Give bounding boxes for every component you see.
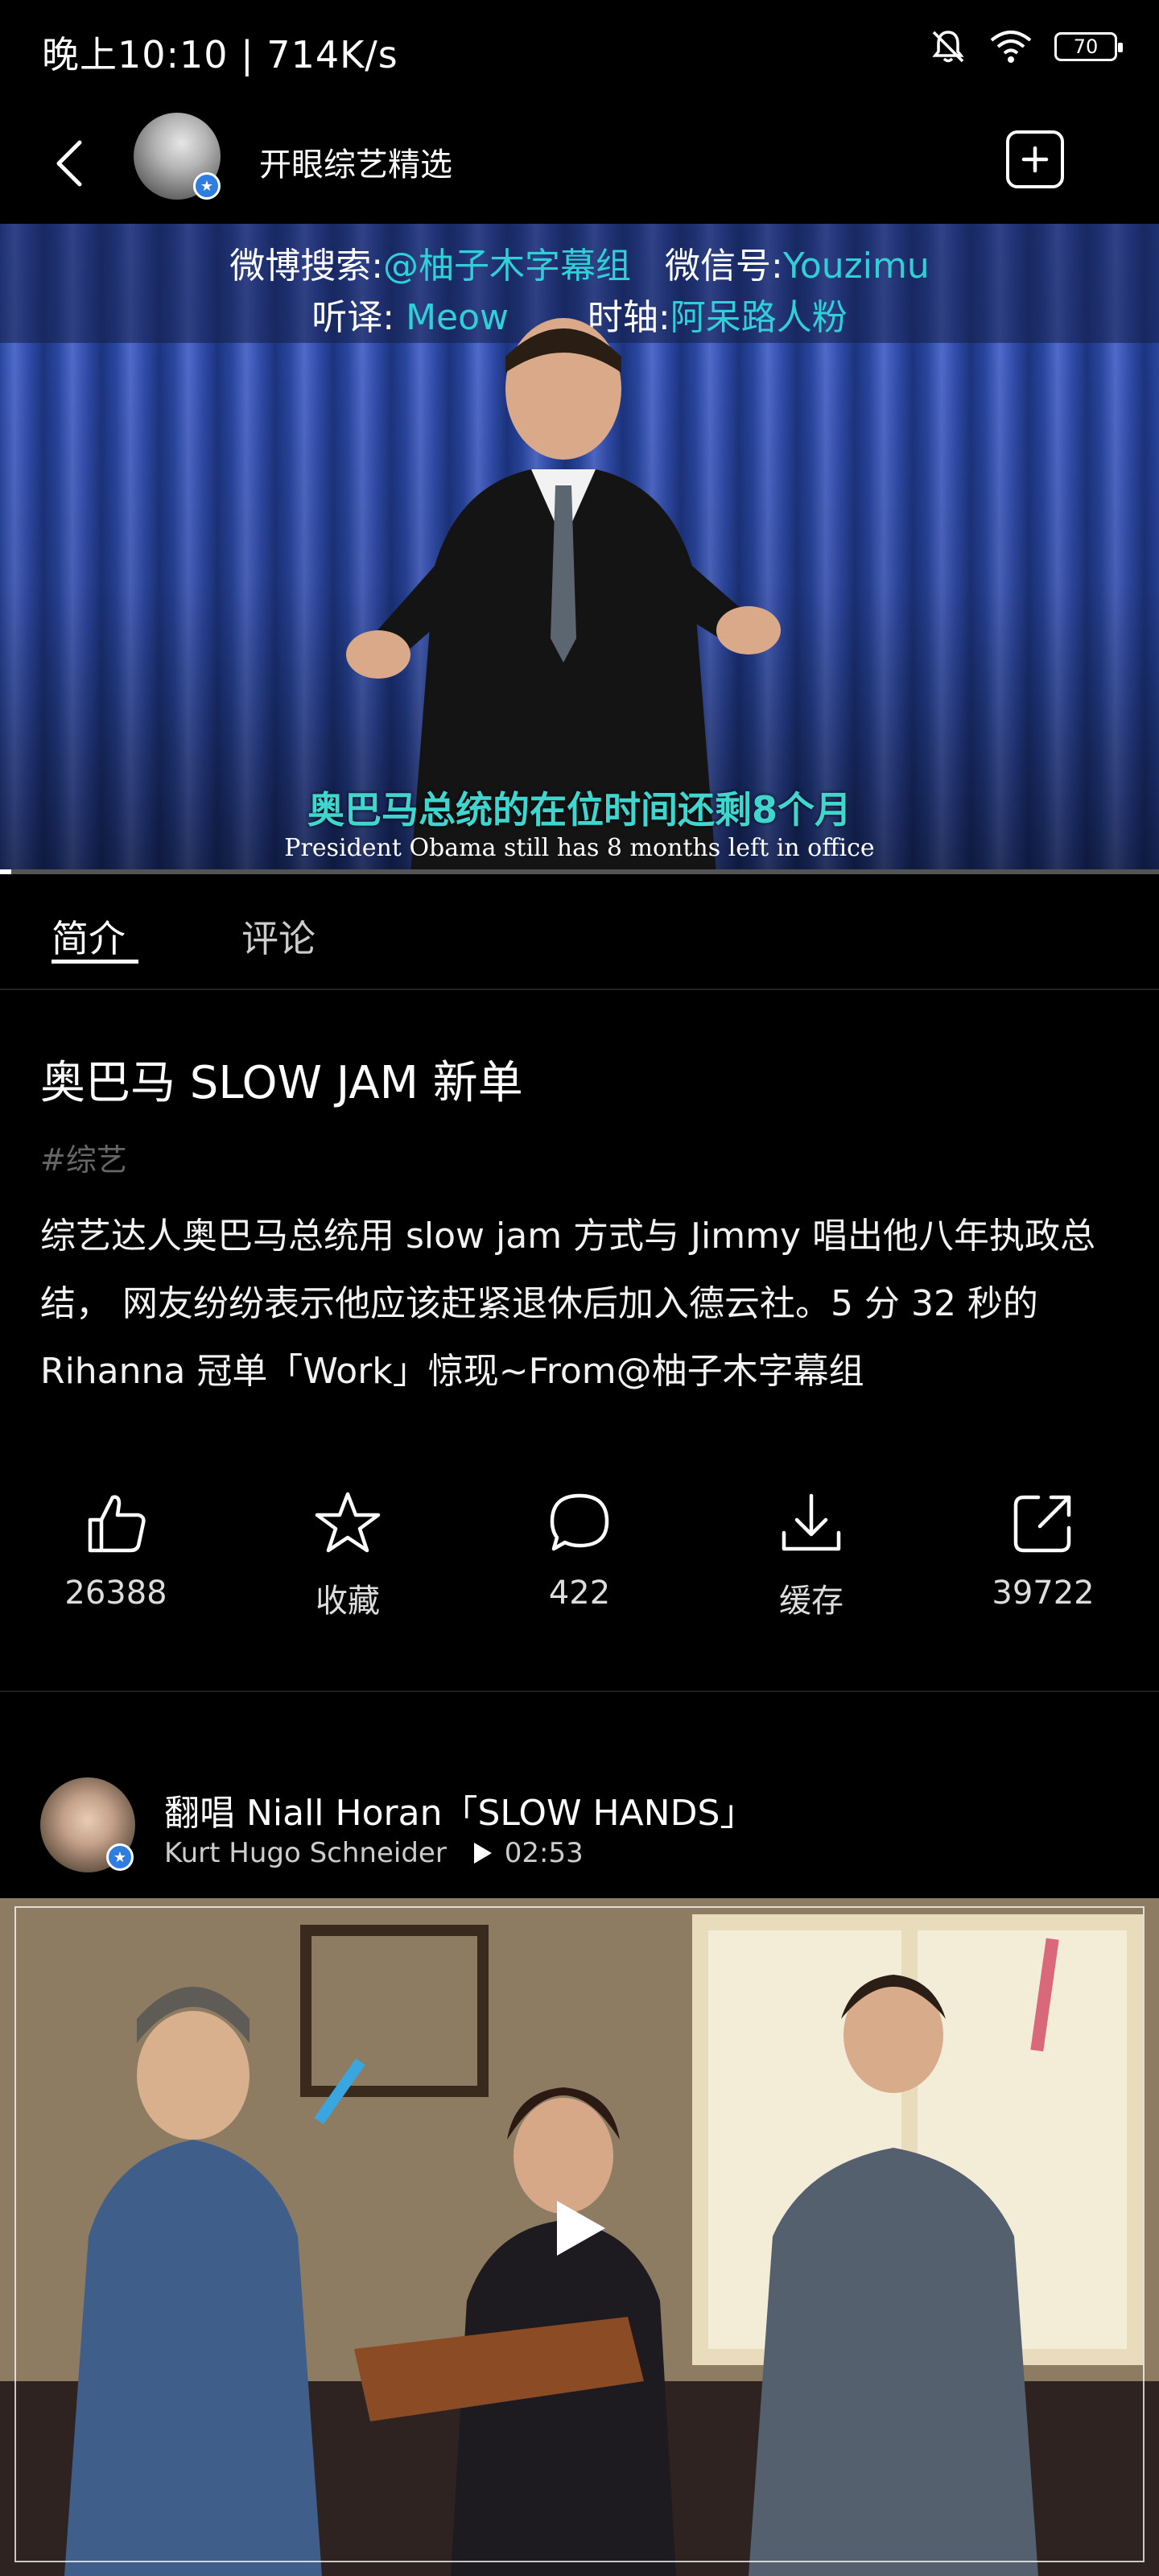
wifi-icon	[990, 31, 1032, 63]
share-button[interactable]: 39722	[963, 1489, 1124, 1612]
download-label: 缓存	[779, 1583, 843, 1620]
video-description: 综艺达人奥巴马总统用 slow jam 方式与 Jimmy 唱出他八年执政总结，…	[40, 1216, 1095, 1392]
status-time-speed: 晚上10:10 | 714K/s	[42, 33, 398, 76]
related-video-thumbnail[interactable]	[0, 1898, 1159, 2576]
like-button[interactable]: 26388	[35, 1489, 196, 1612]
play-small-icon	[473, 1843, 492, 1864]
status-bar: 晚上10:10 | 714K/s 70	[0, 0, 1159, 105]
share-icon	[1013, 1495, 1071, 1553]
thumbs-up-icon	[88, 1495, 146, 1553]
related-duration: 02:53	[504, 1837, 584, 1869]
section-divider	[0, 1690, 1159, 1692]
subtitle-chinese: 奥巴马总统的在位时间还剩8个月	[307, 788, 852, 832]
channel-avatar[interactable]: ★	[134, 113, 221, 200]
credit-weibo-prefix: 微博搜索:	[229, 246, 384, 287]
comment-button[interactable]: 422	[499, 1489, 660, 1612]
favorite-button[interactable]: 收藏	[267, 1489, 428, 1621]
related-author-avatar[interactable]: ★	[40, 1777, 135, 1872]
related-video-title[interactable]: 翻唱 Niall Horan「SLOW HANDS」	[164, 1784, 755, 1835]
action-bar: 26388 收藏 422 缓存 39722	[0, 1489, 1159, 1634]
credit-weibo: @柚子木字幕组	[383, 246, 632, 287]
related-author: Kurt Hugo Schneider	[164, 1837, 447, 1869]
play-icon[interactable]	[547, 2196, 612, 2260]
related-video-meta: Kurt Hugo Schneider 02:53	[164, 1837, 584, 1869]
subtitle-english: President Obama still has 8 months left …	[284, 834, 875, 862]
star-icon	[315, 1492, 381, 1553]
credit-line-1: 微博搜索:@柚子木字幕组 微信号:Youzimu	[0, 237, 1159, 288]
download-button[interactable]: 缓存	[731, 1489, 892, 1621]
credit-wechat: Youzimu	[782, 246, 930, 287]
credit-wechat-prefix: 微信号:	[665, 246, 783, 287]
add-button[interactable]	[1006, 130, 1064, 188]
category-tag[interactable]: #综艺	[40, 1135, 127, 1179]
chevron-left-icon	[56, 140, 82, 187]
mute-bell-icon	[932, 31, 964, 63]
battery-icon: 70	[1054, 32, 1123, 61]
content-tabs: 简介 评论	[0, 874, 1159, 990]
channel-name[interactable]: 开眼综艺精选	[259, 138, 452, 185]
tab-comments[interactable]: 评论	[241, 910, 316, 963]
favorite-label: 收藏	[316, 1583, 380, 1620]
share-count: 39722	[992, 1575, 1095, 1612]
verified-badge-icon: ★	[106, 1843, 134, 1871]
video-player[interactable]: 微博搜索:@柚子木字幕组 微信号:Youzimu 听译: Meow 时轴:阿呆路…	[0, 224, 1159, 874]
back-button[interactable]	[42, 135, 98, 192]
comment-count: 422	[548, 1575, 611, 1612]
download-icon	[782, 1493, 841, 1551]
comment-bubble-icon	[550, 1493, 609, 1551]
status-icons: 70	[929, 27, 1123, 66]
battery-level: 70	[1073, 35, 1099, 58]
video-title: 奥巴马 SLOW JAM 新单	[40, 1057, 523, 1109]
tab-intro[interactable]: 简介	[52, 910, 126, 963]
channel-header: ★ 开眼综艺精选	[0, 105, 1159, 224]
tab-active-indicator	[52, 960, 138, 964]
plus-square-icon	[1021, 146, 1049, 173]
verified-badge-icon: ★	[193, 172, 221, 200]
like-count: 26388	[64, 1575, 167, 1612]
